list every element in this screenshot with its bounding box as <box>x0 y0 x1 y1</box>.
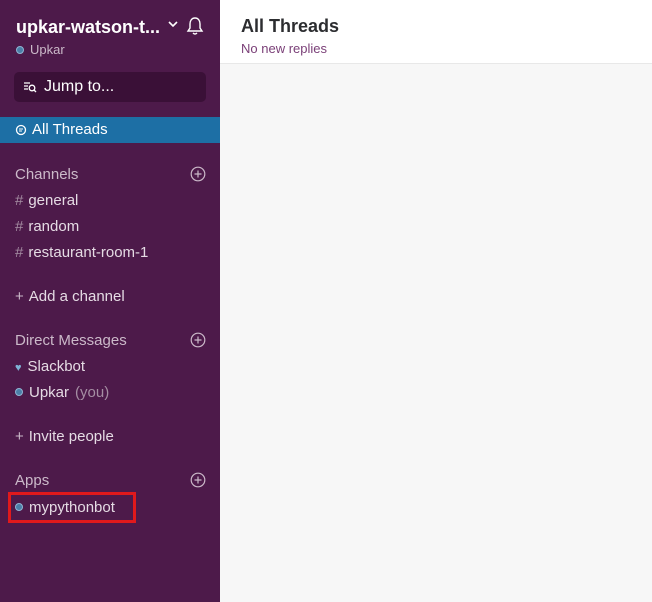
page-title: All Threads <box>241 16 340 36</box>
workspace-name[interactable]: upkar-watson-t... <box>16 17 161 38</box>
current-user-name: Upkar <box>30 42 65 57</box>
dm-name: Upkar <box>29 384 70 401</box>
add-circle-icon[interactable] <box>190 332 206 348</box>
dm-slackbot[interactable]: ♥ Slackbot <box>15 358 85 375</box>
sidebar-channel-random[interactable]: # random <box>15 218 79 235</box>
presence-dot-icon <box>16 45 24 54</box>
page-subtitle: No new replies <box>241 41 327 56</box>
main-content <box>220 64 652 602</box>
channel-name: general <box>28 192 79 209</box>
threads-icon <box>15 124 27 136</box>
sidebar-channel-restaurant-room-1[interactable]: # restaurant-room-1 <box>15 244 148 261</box>
sidebar-item-all-threads[interactable]: All Threads <box>0 117 220 143</box>
dm-upkar[interactable]: Upkar (you) <box>15 384 109 401</box>
direct-messages-header[interactable]: Direct Messages <box>15 332 127 349</box>
add-channel-button[interactable]: + Add a channel <box>15 288 125 305</box>
sidebar: upkar-watson-t... Upkar Jump to... All T… <box>0 0 220 602</box>
add-circle-icon[interactable] <box>190 472 206 488</box>
current-user[interactable]: Upkar <box>16 42 65 57</box>
jump-to-icon <box>24 82 37 93</box>
jump-to-label: Jump to... <box>44 78 115 95</box>
dm-name: Slackbot <box>27 358 86 375</box>
invite-people-label: Invite people <box>28 428 114 445</box>
plus-icon: + <box>15 288 24 305</box>
heart-icon: ♥ <box>15 362 22 374</box>
sidebar-channel-general[interactable]: # general <box>15 192 78 209</box>
chevron-down-icon[interactable] <box>167 17 179 31</box>
highlight-box <box>8 492 136 523</box>
jump-to-button[interactable]: Jump to... <box>14 72 206 102</box>
add-channel-label: Add a channel <box>28 288 125 305</box>
presence-dot-icon <box>15 388 23 397</box>
channels-header[interactable]: Channels <box>15 166 78 183</box>
hash-icon: # <box>15 244 24 261</box>
hash-icon: # <box>15 218 24 235</box>
all-threads-label: All Threads <box>32 121 108 138</box>
apps-header[interactable]: Apps <box>15 472 49 489</box>
invite-people-button[interactable]: + Invite people <box>15 428 114 445</box>
plus-icon: + <box>15 428 24 445</box>
main-header: All Threads No new replies <box>220 0 652 64</box>
add-circle-icon[interactable] <box>190 166 206 182</box>
bell-icon[interactable] <box>185 16 205 36</box>
hash-icon: # <box>15 192 24 209</box>
channel-name: random <box>28 218 80 235</box>
channel-name: restaurant-room-1 <box>28 244 149 261</box>
you-suffix: (you) <box>75 384 110 401</box>
